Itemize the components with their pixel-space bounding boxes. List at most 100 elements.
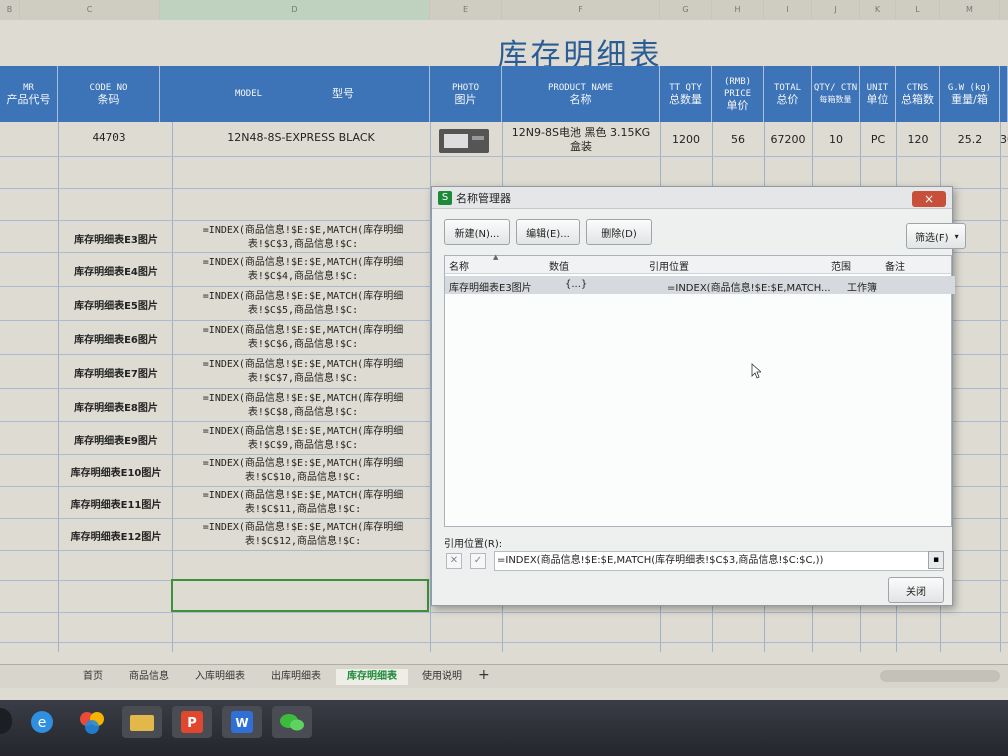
formula-line: 表!$C$4,商品信息!$C: xyxy=(247,271,359,282)
name-formula[interactable]: =INDEX(商品信息!$E:$E,MATCH(库存明细 表!$C$9,商品信息!… xyxy=(178,423,428,455)
formula-line: =INDEX(商品信息!$E:$E,MATCH(库存明细 xyxy=(202,257,404,268)
column-header[interactable]: I xyxy=(764,0,812,20)
selected-cell[interactable] xyxy=(171,579,429,612)
confirm-icon[interactable]: ✓ xyxy=(470,553,486,569)
tab-home[interactable]: 首页 xyxy=(72,669,114,685)
name-label[interactable]: 库存明细表E11图片 xyxy=(60,487,172,519)
column-header[interactable]: L xyxy=(896,0,940,20)
name-formula[interactable]: =INDEX(商品信息!$E:$E,MATCH(库存明细 表!$C$12,商品信息… xyxy=(178,519,428,551)
header-en: (RMB) PRICE xyxy=(723,77,752,99)
column-header[interactable]: H xyxy=(712,0,764,20)
taskbar-ie[interactable]: e xyxy=(22,706,62,738)
name-formula[interactable]: =INDEX(商品信息!$E:$E,MATCH(库存明细 表!$C$3,商品信息!… xyxy=(178,222,428,254)
col-ref[interactable]: 引用位置 xyxy=(649,258,689,273)
colorful-app-icon xyxy=(80,712,104,734)
column-header[interactable]: C xyxy=(20,0,160,20)
name-label[interactable]: 库存明细表E7图片 xyxy=(60,356,172,388)
name-formula[interactable]: =INDEX(商品信息!$E:$E,MATCH(库存明细 表!$C$6,商品信息!… xyxy=(178,322,428,354)
ref-input[interactable]: =INDEX(商品信息!$E:$E,MATCH(库存明细表!$C$3,商品信息!… xyxy=(494,551,944,571)
list-header: 名称 ▲ 数值 引用位置 范围 备注 xyxy=(445,253,951,274)
new-button[interactable]: 新建(N)... xyxy=(444,219,510,245)
tab-outbound[interactable]: 出库明细表 xyxy=(262,669,330,685)
header-photo: PHOTO 图片 xyxy=(430,66,502,122)
wps-writer-icon: W xyxy=(231,711,253,733)
cell-price[interactable]: 56 xyxy=(712,122,764,156)
name-label[interactable]: 库存明细表E5图片 xyxy=(60,288,172,320)
header-overflow xyxy=(1000,66,1008,122)
close-button[interactable]: 关闭 xyxy=(888,577,944,603)
cell-ctns[interactable]: 120 xyxy=(896,122,940,156)
formula-line: 表!$C$7,商品信息!$C: xyxy=(247,373,359,384)
name-label[interactable]: 库存明细表E9图片 xyxy=(60,423,172,455)
list-item[interactable]: 库存明细表E3图片 {...} =INDEX(商品信息!$E:$E,MATCH.… xyxy=(445,276,955,294)
svg-text:W: W xyxy=(235,716,248,730)
cell-qty-ctn[interactable]: 10 xyxy=(812,122,860,156)
cell-code[interactable]: 44703 xyxy=(58,122,160,152)
taskbar-wps-p[interactable]: P xyxy=(172,706,212,738)
cell-product-name[interactable]: 12N9-8S电池 黑色 3.15KG 盒装 xyxy=(502,124,660,156)
name-label[interactable]: 库存明细表E3图片 xyxy=(60,222,172,254)
name-formula[interactable]: =INDEX(商品信息!$E:$E,MATCH(库存明细 表!$C$4,商品信息!… xyxy=(178,254,428,286)
filter-button[interactable]: 筛选(F) ▾ xyxy=(906,223,966,249)
col-name[interactable]: 名称 xyxy=(449,258,469,273)
row-scope: 工作簿 xyxy=(847,283,877,294)
header-qty-ctn: QTY/ CTN 每箱数量 xyxy=(812,66,860,122)
name-formula[interactable]: =INDEX(商品信息!$E:$E,MATCH(库存明细 表!$C$11,商品信息… xyxy=(178,487,428,519)
formula-line: 表!$C$11,商品信息!$C: xyxy=(244,504,362,515)
cell-qty[interactable]: 1200 xyxy=(660,122,712,156)
dialog-titlebar[interactable]: S 名称管理器 × xyxy=(432,187,952,209)
chevron-down-icon: ▾ xyxy=(954,231,959,241)
wps-presentation-icon: P xyxy=(181,711,203,733)
column-header[interactable]: D xyxy=(160,0,430,20)
col-scope[interactable]: 范围 xyxy=(831,258,851,273)
column-header[interactable]: B xyxy=(0,0,20,20)
sheet-tab-bar: 首页 商品信息 入库明细表 出库明细表 库存明细表 使用说明 + xyxy=(0,664,1008,688)
tab-inbound[interactable]: 入库明细表 xyxy=(186,669,254,685)
taskbar-wechat[interactable] xyxy=(272,706,312,738)
cell-total[interactable]: 67200 xyxy=(764,122,812,156)
cell-unit[interactable]: PC xyxy=(860,122,896,156)
cancel-icon[interactable]: ✕ xyxy=(446,553,462,569)
delete-button[interactable]: 删除(D) xyxy=(586,219,652,245)
header-cn: 总箱数 xyxy=(901,93,934,106)
formula-line: =INDEX(商品信息!$E:$E,MATCH(库存明细 xyxy=(202,225,404,236)
column-header[interactable]: J xyxy=(812,0,860,20)
column-header[interactable]: G xyxy=(660,0,712,20)
edit-button[interactable]: 编辑(E)... xyxy=(516,219,580,245)
column-header[interactable]: E xyxy=(430,0,502,20)
add-sheet-button[interactable]: + xyxy=(478,667,490,683)
horizontal-scrollbar[interactable] xyxy=(880,670,1000,682)
column-header[interactable]: F xyxy=(502,0,660,20)
name-label[interactable]: 库存明细表E6图片 xyxy=(60,322,172,354)
sort-up-icon: ▲ xyxy=(493,253,499,261)
close-icon[interactable]: × xyxy=(912,191,946,207)
name-formula[interactable]: =INDEX(商品信息!$E:$E,MATCH(库存明细 表!$C$10,商品信息… xyxy=(178,455,428,487)
cell-photo[interactable] xyxy=(438,128,490,154)
cell-model[interactable]: 12N48-8S-EXPRESS BLACK xyxy=(172,122,430,152)
column-header[interactable]: K xyxy=(860,0,896,20)
name-label[interactable]: 库存明细表E4图片 xyxy=(60,254,172,286)
tab-instructions[interactable]: 使用说明 xyxy=(414,669,470,685)
cell-gw[interactable]: 25.2 xyxy=(940,122,1000,156)
column-header[interactable]: M xyxy=(940,0,1000,20)
folder-icon xyxy=(130,715,154,731)
names-list[interactable]: 名称 ▲ 数值 引用位置 范围 备注 库存明细表E3图片 {...} =INDE… xyxy=(444,253,955,527)
name-formula[interactable]: =INDEX(商品信息!$E:$E,MATCH(库存明细 表!$C$5,商品信息!… xyxy=(178,288,428,320)
tab-inventory[interactable]: 库存明细表 xyxy=(336,669,408,685)
name-formula[interactable]: =INDEX(商品信息!$E:$E,MATCH(库存明细 表!$C$7,商品信息!… xyxy=(178,356,428,388)
collapse-dialog-icon[interactable]: ▪ xyxy=(928,551,944,569)
header-cn: 单价 xyxy=(726,99,749,112)
taskbar-app[interactable] xyxy=(72,706,112,738)
formula-line: =INDEX(商品信息!$E:$E,MATCH(库存明细 xyxy=(202,359,404,370)
name-formula[interactable]: =INDEX(商品信息!$E:$E,MATCH(库存明细 表!$C$8,商品信息!… xyxy=(178,390,428,422)
name-label[interactable]: 库存明细表E8图片 xyxy=(60,390,172,422)
name-label[interactable]: 库存明细表E12图片 xyxy=(60,519,172,551)
col-value[interactable]: 数值 xyxy=(549,258,569,273)
tab-product-info[interactable]: 商品信息 xyxy=(120,669,178,685)
taskbar-explorer[interactable] xyxy=(122,706,162,738)
name-label[interactable]: 库存明细表E10图片 xyxy=(60,455,172,487)
col-note[interactable]: 备注 xyxy=(885,258,905,273)
taskbar-wps-w[interactable]: W xyxy=(222,706,262,738)
cell-next[interactable]: 30 xyxy=(1000,122,1008,156)
header-cn: 图片 xyxy=(454,93,477,106)
